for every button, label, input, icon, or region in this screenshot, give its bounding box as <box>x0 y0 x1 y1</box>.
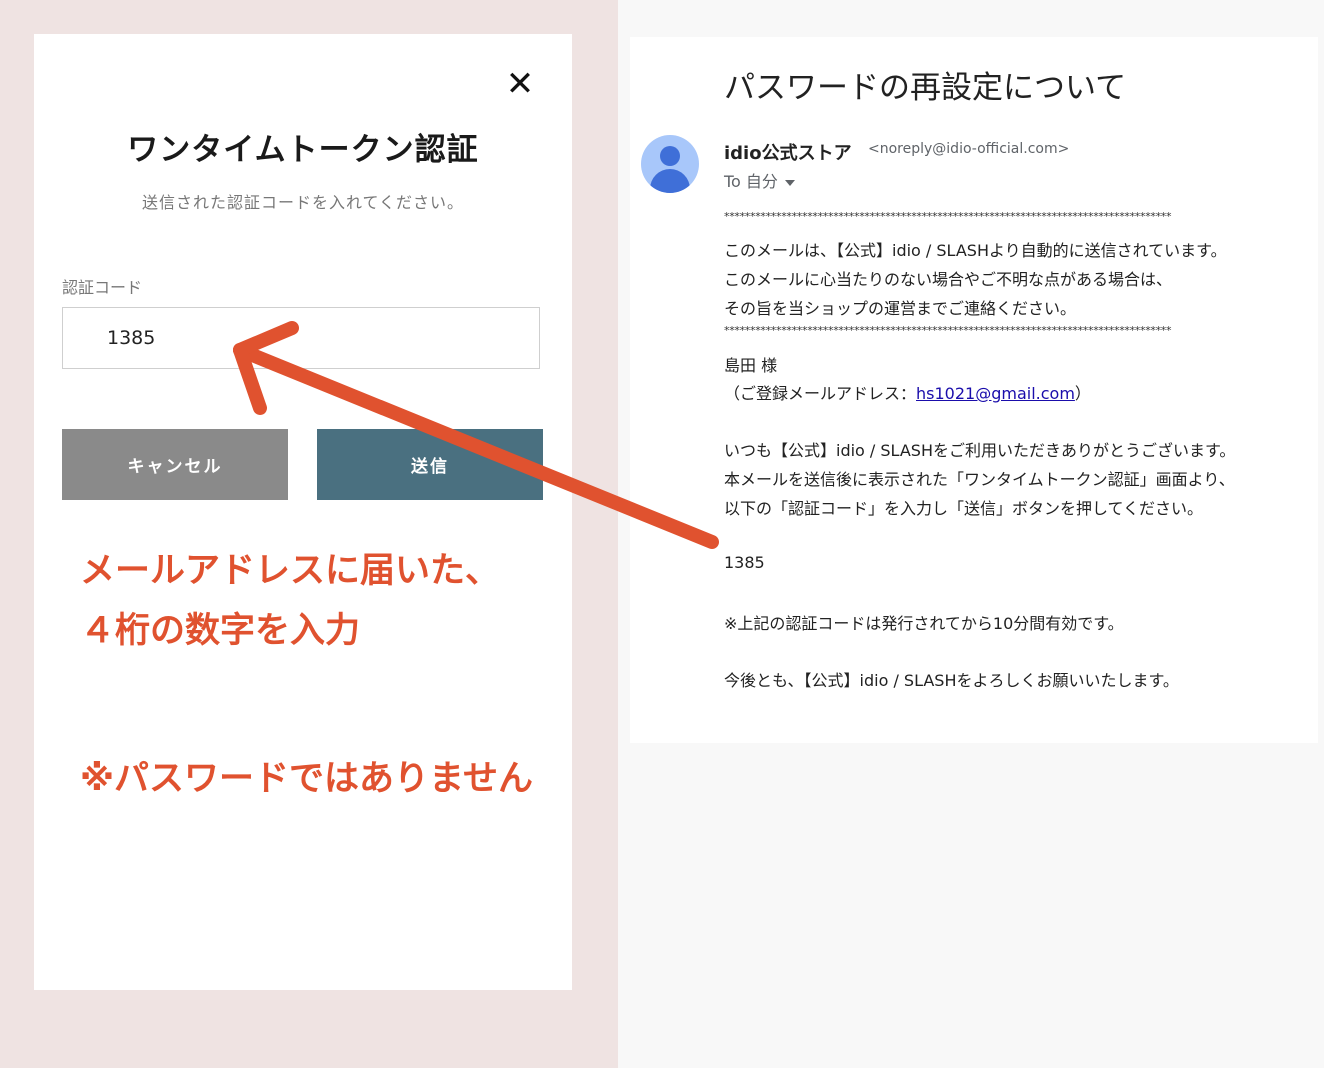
intro-line-3: その旨を当ショップの運営までご連絡ください。 <box>724 299 1077 318</box>
intro-line-1: このメールは、【公式】idio / SLASHより自動的に送信されています。 <box>724 241 1227 260</box>
registered-address: （ご登録メールアドレス：hs1021@gmail.com） <box>724 380 1091 404</box>
sender-email: <noreply@idio-official.com> <box>868 141 1070 157</box>
address-prefix: （ご登録メールアドレス： <box>724 384 917 403</box>
sender-avatar-icon <box>641 135 699 193</box>
send-button[interactable]: 送信 <box>317 429 543 500</box>
separator-top: ****************************************… <box>724 210 1172 223</box>
validity-note: ※上記の認証コードは発行されてから10分間有効です。 <box>724 614 1124 633</box>
annotation-line-1: メールアドレスに届いた、 <box>80 551 501 591</box>
to-label: To 自分 <box>724 172 778 191</box>
email-auth-code: 1385 <box>724 553 765 572</box>
separator-bottom: ****************************************… <box>724 324 1172 337</box>
intro-line-2: このメールに心当たりのない場合やご不明な点がある場合は、 <box>724 270 1173 289</box>
auth-code-label: 認証コード <box>62 278 143 297</box>
address-link[interactable]: hs1021@gmail.com <box>916 384 1075 403</box>
body-line-2: 本メールを送信後に表示された「ワンタイムトークン認証」画面より、 <box>724 470 1235 489</box>
recipient-name: 島田 様 <box>724 356 778 375</box>
closing-line: 今後とも、【公式】idio / SLASHをよろしくお願いいたします。 <box>724 671 1179 690</box>
cancel-button[interactable]: キャンセル <box>62 429 288 500</box>
email-subject: パスワードの再設定について <box>724 70 1127 106</box>
auth-code-input[interactable] <box>62 307 540 369</box>
close-icon[interactable]: ✕ <box>500 62 540 106</box>
body-line-3: 以下の「認証コード」を入力し「送信」ボタンを押してください。 <box>724 499 1204 518</box>
modal-title: ワンタイムトークン認証 <box>127 132 479 168</box>
caret-down-icon <box>784 179 795 186</box>
address-suffix: ） <box>1074 384 1091 403</box>
sender-name: idio公式ストア <box>724 143 852 164</box>
body-line-1: いつも【公式】idio / SLASHをご利用いただきありがとうございます。 <box>724 441 1236 460</box>
annotation-line-2: ４桁の数字を入力 <box>80 611 361 651</box>
avatar-head <box>660 146 680 166</box>
one-time-token-modal <box>34 34 572 990</box>
recipient-dropdown[interactable]: To 自分 <box>724 168 795 192</box>
avatar-torso <box>650 169 690 193</box>
modal-subtitle: 送信された認証コードを入れてください。 <box>141 193 465 212</box>
annotation-note: ※パスワードではありません <box>80 759 533 799</box>
